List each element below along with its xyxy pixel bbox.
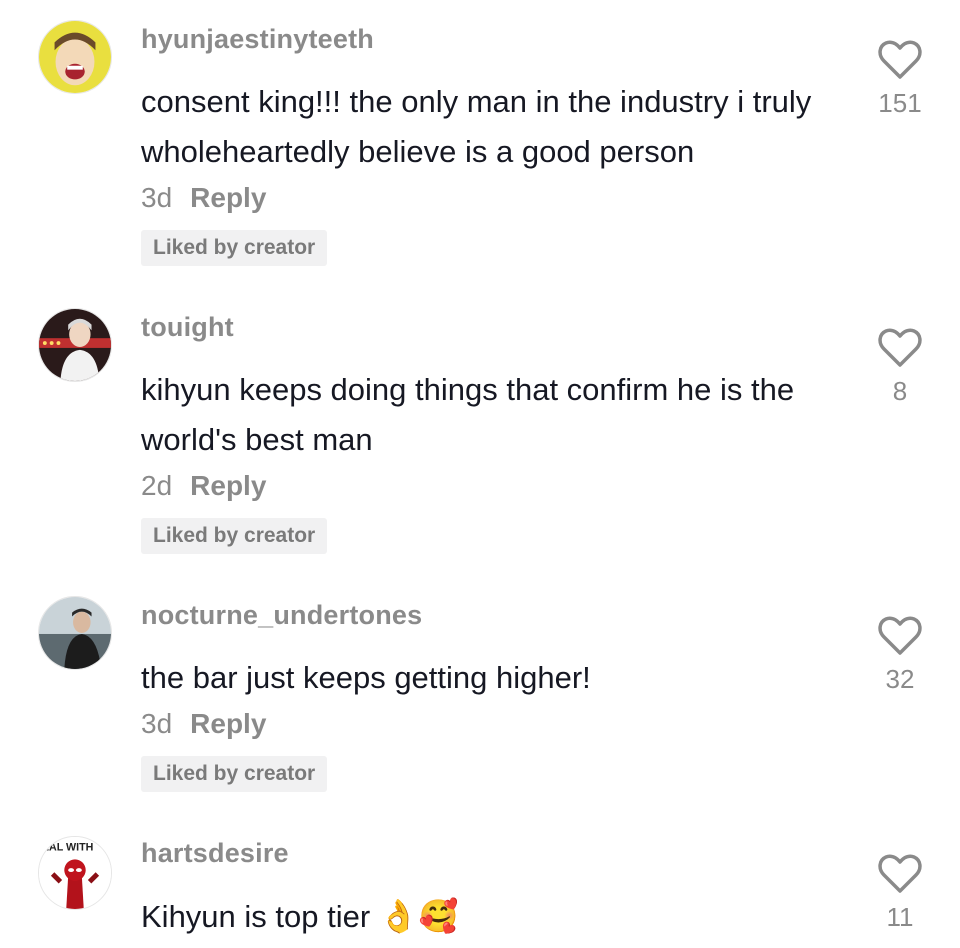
comment-date: 3d	[141, 708, 173, 739]
comment-text: consent king!!! the only man in the indu…	[141, 84, 812, 169]
comment-meta: 3d Reply	[141, 708, 266, 740]
comment-item: nocturne_undertones the bar just keeps g…	[0, 576, 960, 816]
comment-text: the bar just keeps getting higher!	[141, 660, 591, 695]
comment-username[interactable]: touight	[141, 312, 234, 343]
comment-meta: 2d Reply	[141, 470, 266, 502]
comment-text: Kihyun is top tier 👌🥰	[141, 891, 851, 942]
liked-by-creator-badge: Liked by creator	[141, 230, 328, 266]
liked-by-creator-badge: Liked by creator	[141, 756, 328, 792]
comment-item: touight kihyun keeps doing things that c…	[0, 288, 960, 578]
comment-item: hyunjaestinyteeth consent king!!! the on…	[0, 0, 960, 290]
comment-text-body: Kihyun is top tier	[141, 899, 371, 934]
like-count: 151	[878, 88, 922, 118]
avatar-person-stage-icon[interactable]	[38, 308, 112, 382]
comment-username[interactable]: nocturne_undertones	[141, 600, 422, 631]
like-column: 11	[860, 854, 940, 933]
comment-date: 3d	[141, 182, 173, 213]
like-count: 8	[892, 376, 908, 406]
avatar-yellow-character-icon[interactable]	[38, 20, 112, 94]
like-column: 32	[860, 616, 940, 695]
reply-button[interactable]: Reply	[190, 182, 266, 213]
reply-button[interactable]: Reply	[190, 708, 266, 739]
like-column: 151	[860, 40, 940, 119]
avatar-text: EAL WITH	[42, 842, 93, 854]
avatar-person-coast-icon[interactable]	[38, 596, 112, 670]
comment-list: hyunjaestinyteeth consent king!!! the on…	[0, 0, 960, 948]
like-count: 32	[885, 664, 915, 694]
avatar-deadpool-meme-icon[interactable]: EAL WITH	[38, 836, 112, 910]
like-count: 11	[886, 902, 914, 932]
comment-item: EAL WITH hartsdesire Kihyun is top tier …	[0, 814, 960, 948]
comment-username[interactable]: hartsdesire	[141, 838, 289, 869]
comment-username[interactable]: hyunjaestinyteeth	[141, 24, 374, 55]
liked-by-creator-badge: Liked by creator	[141, 518, 328, 554]
comment-text: kihyun keeps doing things that confirm h…	[141, 372, 795, 457]
reply-button[interactable]: Reply	[190, 470, 266, 501]
heart-icon[interactable]	[878, 40, 922, 80]
heart-icon[interactable]	[878, 328, 922, 368]
comment-date: 2d	[141, 470, 173, 501]
emoji-ok-blush-icon: 👌🥰	[378, 898, 459, 934]
heart-icon[interactable]	[878, 616, 922, 656]
like-column: 8	[860, 328, 940, 407]
heart-icon[interactable]	[878, 854, 922, 894]
comment-meta: 3d Reply	[141, 182, 266, 214]
